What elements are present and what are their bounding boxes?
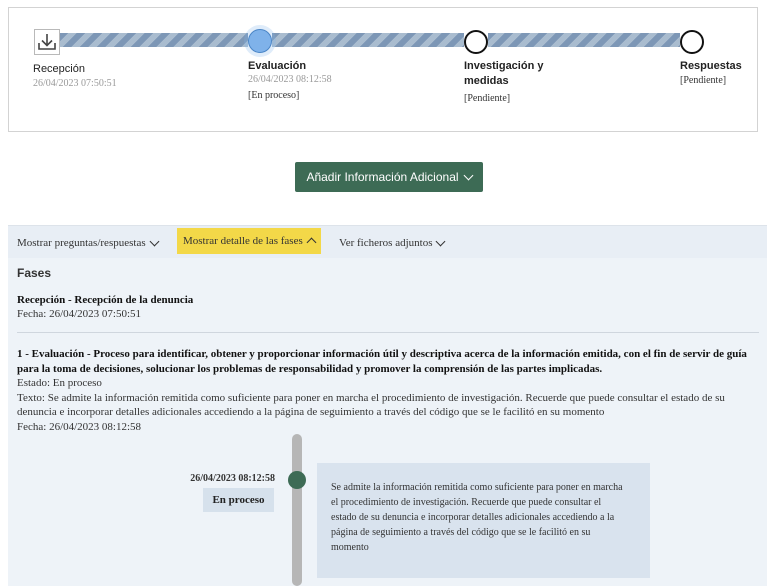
timeline-dot (288, 471, 306, 489)
step-status: [Pendiente] (680, 75, 727, 86)
add-info-button[interactable]: Añadir Información Adicional (295, 162, 483, 192)
status-badge: En proceso (203, 488, 274, 512)
evaluation-state: Estado: En proceso (17, 377, 102, 389)
step-date: 26/04/2023 07:50:51 (33, 78, 117, 89)
step-status: [En proceso] (248, 90, 300, 101)
evaluation-title: 1 - Evaluación - Proceso para identifica… (17, 348, 747, 375)
step-date: 26/04/2023 08:12:58 (248, 74, 332, 85)
tab-phase-details[interactable]: Mostrar detalle de las fases (177, 228, 321, 254)
step-status: [Pendiente] (464, 93, 511, 104)
timeline-message: Se admite la información remitida como s… (317, 463, 650, 578)
timeline-line (292, 434, 302, 586)
timeline-date: 26/04/2023 08:12:58 (190, 473, 275, 484)
step-title: Investigación y medidas (464, 60, 544, 87)
evaluation-text: Texto: Se admite la información remitida… (17, 392, 725, 418)
chevron-down-icon (463, 170, 473, 181)
divider (17, 332, 759, 333)
chevron-down-icon (149, 236, 160, 247)
reception-title: Recepción - Recepción de la denuncia (17, 294, 194, 306)
active-step-icon (248, 29, 272, 53)
progress-stepper (8, 7, 758, 132)
tab-label: Mostrar detalle de las fases (183, 235, 303, 247)
step-title: Recepción (33, 63, 85, 75)
tab-label: Mostrar preguntas/respuestas (17, 237, 146, 249)
add-info-label: Añadir Información Adicional (306, 170, 459, 184)
pending-step-icon (464, 30, 488, 54)
evaluation-date: Fecha: 26/04/2023 08:12:58 (17, 421, 142, 433)
pending-step-icon (680, 30, 704, 54)
stepper-track (60, 33, 248, 47)
tab-attachments[interactable]: Ver ficheros adjuntos (335, 231, 448, 255)
reception-date: Fecha: 26/04/2023 07:50:51 (17, 308, 142, 320)
step-title: Respuestas (680, 60, 742, 72)
download-icon[interactable] (34, 29, 60, 55)
section-heading: Fases (17, 266, 52, 280)
tab-questions[interactable]: Mostrar preguntas/respuestas (13, 231, 162, 255)
stepper-track (488, 33, 680, 47)
stepper-track (272, 33, 464, 47)
chevron-up-icon (306, 237, 317, 248)
step-title: Evaluación (248, 60, 307, 72)
chevron-down-icon (436, 236, 446, 247)
tab-label: Ver ficheros adjuntos (339, 237, 433, 249)
